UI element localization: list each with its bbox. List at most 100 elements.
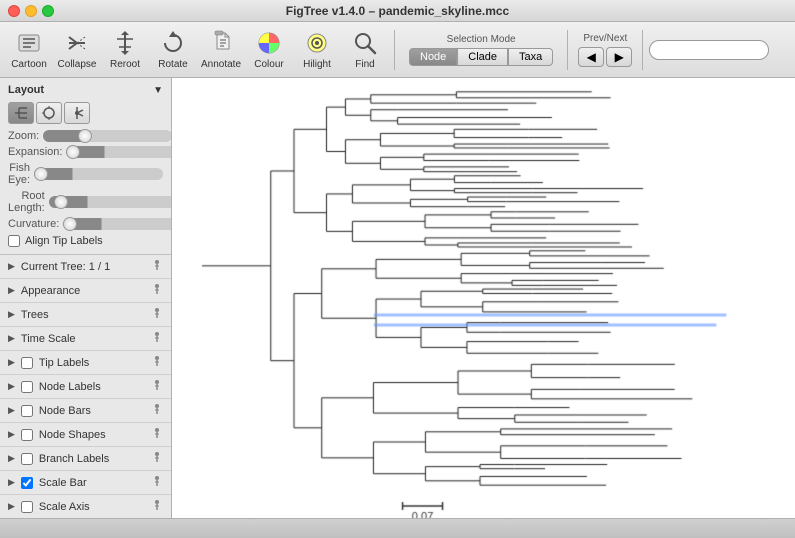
maximize-button[interactable]: [42, 5, 54, 17]
taxa-mode-button[interactable]: Taxa: [508, 48, 553, 66]
hilight-button[interactable]: Hilight: [294, 26, 340, 74]
root-length-slider[interactable]: [49, 196, 172, 208]
collapse-button[interactable]: Collapse: [54, 26, 100, 74]
tip-labels-checkbox[interactable]: [21, 357, 33, 369]
pin-icon: [151, 307, 163, 322]
separator-1: [394, 30, 395, 70]
sidebar-item-time-scale[interactable]: ▶ Time Scale: [0, 327, 171, 351]
pin-icon: [151, 403, 163, 418]
fish-eye-slider[interactable]: [34, 168, 163, 180]
zoom-label: Zoom:: [8, 130, 39, 142]
curvature-slider[interactable]: [63, 218, 172, 230]
pin-icon: [151, 283, 163, 298]
triangle-icon: ▶: [8, 381, 15, 392]
scale-bar-checkbox[interactable]: [21, 477, 33, 489]
align-tip-labels-checkbox[interactable]: [8, 235, 20, 247]
annotate-button[interactable]: Annotate: [198, 26, 244, 74]
sidebar-item-left-time-scale: ▶ Time Scale: [8, 333, 76, 345]
pin-icon: [151, 379, 163, 394]
trees-label: Trees: [21, 309, 49, 321]
pin-icon: [151, 331, 163, 346]
find-label: Find: [355, 59, 374, 70]
expansion-slider[interactable]: [66, 146, 172, 158]
hilight-label: Hilight: [303, 59, 331, 70]
find-icon: [351, 29, 379, 57]
clade-mode-button[interactable]: Clade: [457, 48, 508, 66]
next-button[interactable]: ▶: [606, 47, 632, 67]
zoom-slider[interactable]: [43, 130, 172, 142]
node-bars-checkbox[interactable]: [21, 405, 33, 417]
curvature-row: Curvature:: [0, 216, 171, 232]
scale-axis-checkbox[interactable]: [21, 501, 33, 513]
prev-button[interactable]: ◀: [578, 47, 604, 67]
expansion-row: Expansion:: [0, 144, 171, 160]
sidebar-item-tip-labels[interactable]: ▶Tip Labels: [0, 351, 171, 375]
sidebar-item-current-tree[interactable]: ▶Current Tree: 1 / 1: [0, 255, 171, 279]
selection-mode-buttons: Node Clade Taxa: [409, 48, 553, 66]
pin-icon: [151, 427, 163, 442]
triangle-icon: ▶: [8, 309, 15, 320]
sidebar-items: ▶Current Tree: 1 / 1▶Appearance▶Trees▶Ti…: [0, 255, 171, 518]
layout-rectangular-button[interactable]: [8, 102, 34, 124]
collapse-label: Collapse: [58, 59, 97, 70]
triangle-icon: ▶: [8, 333, 15, 344]
reroot-button[interactable]: Reroot: [102, 26, 148, 74]
node-labels-checkbox[interactable]: [21, 381, 33, 393]
pin-icon: [151, 475, 163, 490]
pin-icon: [151, 355, 163, 370]
colour-button[interactable]: Colour: [246, 26, 292, 74]
sidebar: Layout ▼: [0, 78, 172, 518]
sidebar-item-trees[interactable]: ▶ Trees: [0, 303, 171, 327]
close-button[interactable]: [8, 5, 20, 17]
sidebar-item-node-shapes[interactable]: ▶Node Shapes: [0, 423, 171, 447]
cartoon-button[interactable]: Cartoon: [6, 26, 52, 74]
selection-mode-label: Selection Mode: [447, 34, 516, 45]
branch-labels-checkbox[interactable]: [21, 453, 33, 465]
separator-3: [642, 30, 643, 70]
sidebar-item-appearance[interactable]: ▶Appearance: [0, 279, 171, 303]
layout-polar-button[interactable]: [64, 102, 90, 124]
pin-icon: [151, 451, 163, 466]
sidebar-item-left-scale-bar: ▶Scale Bar: [8, 477, 87, 489]
title-bar: FigTree v1.4.0 – pandemic_skyline.mcc: [0, 0, 795, 22]
sidebar-item-node-labels[interactable]: ▶ Node Labels: [0, 375, 171, 399]
minimize-button[interactable]: [25, 5, 37, 17]
sidebar-item-node-bars[interactable]: ▶Node Bars: [0, 399, 171, 423]
tree-view: [172, 78, 795, 518]
pin-icon: [151, 499, 163, 514]
sidebar-item-branch-labels[interactable]: ▶Branch Labels: [0, 447, 171, 471]
prevnext-buttons: ◀ ▶: [578, 47, 632, 67]
align-tip-labels-label: Align Tip Labels: [25, 235, 103, 247]
rotate-icon: [159, 29, 187, 57]
sidebar-item-scale-axis[interactable]: ▶Scale Axis: [0, 495, 171, 518]
zoom-row: Zoom:: [0, 128, 171, 144]
search-input[interactable]: [649, 40, 769, 60]
pin-icon: [151, 259, 163, 274]
triangle-icon: ▶: [8, 357, 15, 368]
layout-collapse-icon[interactable]: ▼: [153, 85, 163, 96]
sidebar-item-left-branch-labels: ▶Branch Labels: [8, 453, 109, 465]
status-bar: [0, 518, 795, 538]
sidebar-item-scale-bar[interactable]: ▶Scale Bar: [0, 471, 171, 495]
root-length-row: Root Length:: [0, 188, 171, 216]
tree-canvas[interactable]: [172, 78, 795, 518]
find-button[interactable]: Find: [342, 26, 388, 74]
node-labels-label: Node Labels: [39, 381, 101, 393]
node-shapes-label: Node Shapes: [39, 429, 106, 441]
node-mode-button[interactable]: Node: [409, 48, 457, 66]
curvature-label: Curvature:: [8, 218, 59, 230]
layout-icons: [0, 98, 171, 128]
layout-radial-button[interactable]: [36, 102, 62, 124]
time-scale-label: Time Scale: [21, 333, 76, 345]
separator-2: [567, 30, 568, 70]
sidebar-item-left-current-tree: ▶Current Tree: 1 / 1: [8, 261, 110, 273]
search-wrapper: 🔍: [649, 40, 769, 60]
triangle-icon: ▶: [8, 405, 15, 416]
node-shapes-checkbox[interactable]: [21, 429, 33, 441]
triangle-icon: ▶: [8, 261, 15, 272]
sidebar-item-left-tip-labels: ▶Tip Labels: [8, 357, 89, 369]
sidebar-item-left-node-bars: ▶Node Bars: [8, 405, 91, 417]
colour-icon: [255, 29, 283, 57]
scale-bar-label: Scale Bar: [39, 477, 87, 489]
rotate-button[interactable]: Rotate: [150, 26, 196, 74]
